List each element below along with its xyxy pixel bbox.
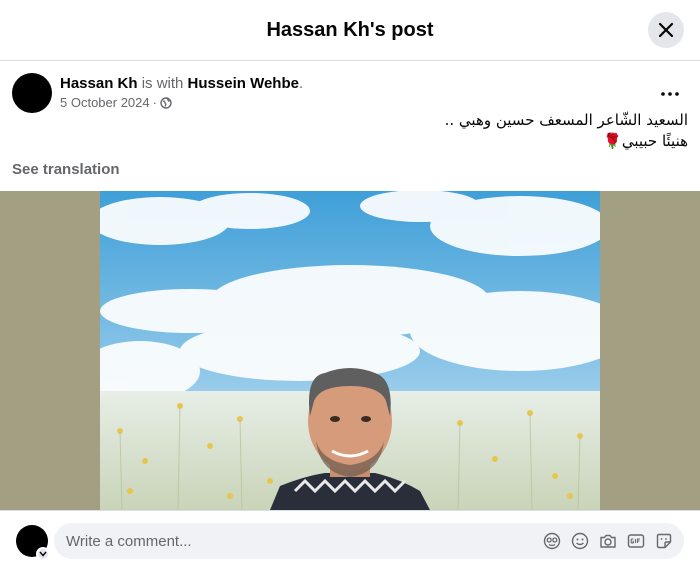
tagged-name[interactable]: Hussein Wehbe bbox=[188, 75, 299, 92]
post-dialog: Hassan Kh's post Hassan Kh is with Husse… bbox=[0, 0, 700, 577]
comment-input[interactable] bbox=[66, 532, 506, 550]
post-date[interactable]: 5 October 2024 bbox=[60, 95, 150, 110]
chevron-down-icon bbox=[39, 551, 47, 557]
avatar-sticker-button[interactable] bbox=[542, 531, 562, 551]
close-icon bbox=[658, 22, 674, 38]
post-text: السعيد الشّاعر المسعف حسين وهبي .. هنيئً… bbox=[88, 110, 688, 152]
gif-icon bbox=[627, 534, 645, 548]
comment-tools bbox=[542, 531, 674, 551]
comment-bar bbox=[0, 510, 700, 577]
author-name[interactable]: Hassan Kh bbox=[60, 75, 138, 92]
post-text-line-1: السعيد الشّاعر المسعف حسين وهبي .. bbox=[444, 111, 688, 129]
tagged-suffix: . bbox=[298, 75, 304, 92]
post-photo-container bbox=[0, 191, 700, 510]
more-options-button[interactable] bbox=[652, 76, 688, 112]
emoji-icon bbox=[571, 532, 589, 550]
avatar-sticker-icon bbox=[543, 532, 561, 550]
camera-icon bbox=[600, 534, 616, 548]
dialog-title: Hassan Kh's post bbox=[266, 18, 434, 41]
emoji-button[interactable] bbox=[570, 531, 590, 551]
see-translation-link[interactable]: See translation bbox=[12, 161, 120, 178]
author-avatar[interactable] bbox=[12, 73, 52, 113]
meta-separator: · bbox=[152, 95, 157, 110]
gif-button[interactable] bbox=[626, 531, 646, 551]
dialog-header: Hassan Kh's post bbox=[0, 0, 700, 61]
more-icon bbox=[661, 92, 679, 96]
globe-icon[interactable] bbox=[160, 96, 172, 109]
photo-illustration bbox=[100, 191, 600, 510]
close-button[interactable] bbox=[648, 12, 684, 48]
sticker-button[interactable] bbox=[654, 531, 674, 551]
profile-switch-badge[interactable] bbox=[36, 547, 50, 561]
with-text: is with bbox=[137, 75, 188, 92]
post-meta: 5 October 2024 · bbox=[60, 95, 172, 110]
author-line: Hassan Kh is with Hussein Wehbe. bbox=[60, 75, 303, 92]
post-text-line-2: هنيئًا حبيبي🌹 bbox=[603, 132, 688, 150]
post-photo[interactable] bbox=[100, 191, 600, 510]
camera-button[interactable] bbox=[598, 531, 618, 551]
comment-box[interactable] bbox=[54, 523, 684, 559]
sticker-icon bbox=[656, 533, 672, 549]
